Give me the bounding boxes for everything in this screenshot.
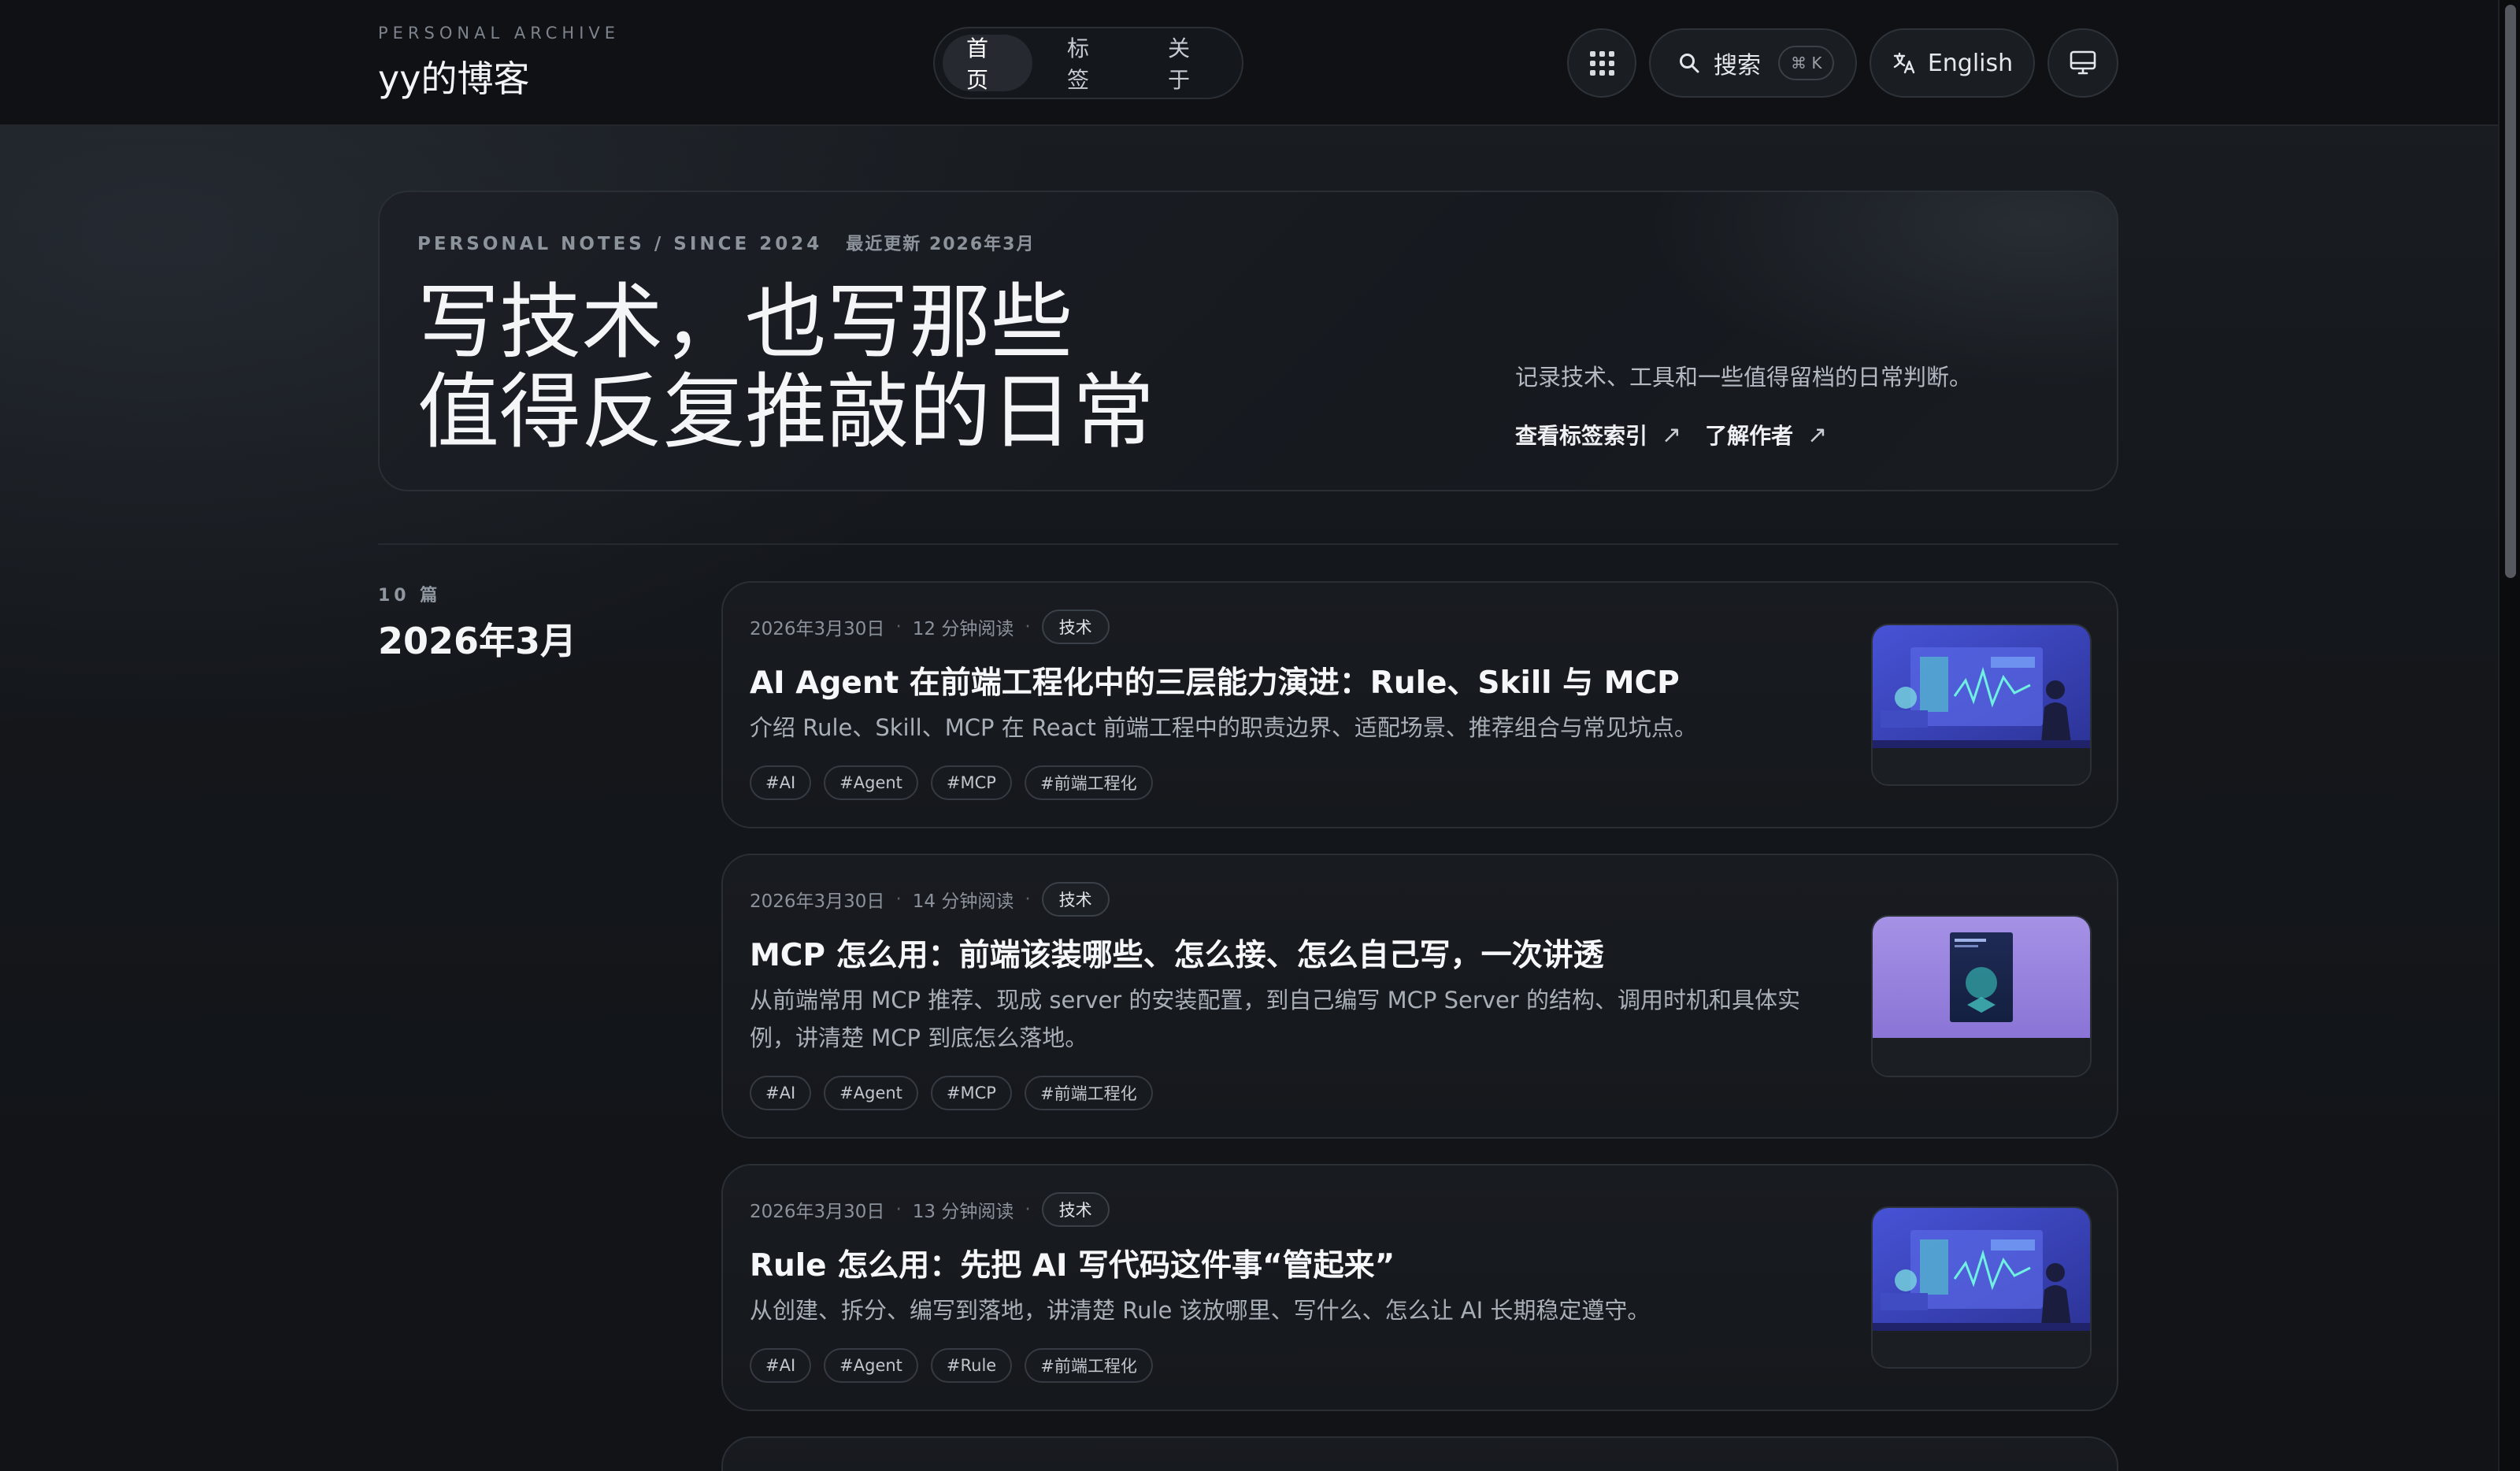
article-card[interactable]: 2026年3月30日 · 13 分钟阅读 · 技术 Rule 怎么用：先把 AI…	[721, 1164, 2118, 1411]
article-thumbnail[interactable]	[1871, 1206, 2092, 1369]
article-tag[interactable]: #AI	[750, 765, 812, 800]
nav-tab-home[interactable]: 首页	[943, 35, 1032, 93]
dashboard-illustration	[1873, 625, 2090, 784]
article-card[interactable]	[721, 1436, 2118, 1471]
article-date: 2026年3月30日	[750, 1202, 885, 1222]
article-tag[interactable]: #MCP	[930, 1076, 1012, 1110]
brand-kicker: PERSONAL ARCHIVE	[378, 24, 621, 43]
article-summary: 从创建、拆分、编写到落地，讲清楚 Rule 该放哪里、写什么、怎么让 AI 长期…	[750, 1297, 1651, 1324]
nav-tab-tags[interactable]: 标签	[1043, 35, 1133, 93]
article-tags: #AI #Agent #MCP #前端工程化	[750, 765, 1153, 800]
article-read-time: 12 分钟阅读	[912, 619, 1014, 639]
article-date: 2026年3月30日	[750, 619, 885, 639]
article-title[interactable]: AI Agent 在前端工程化中的三层能力演进：Rule、Skill 与 MCP	[750, 658, 1680, 702]
meta-separator: ·	[895, 889, 902, 910]
site-name[interactable]: yy的博客	[378, 50, 620, 102]
article-tag[interactable]: #前端工程化	[1024, 765, 1153, 800]
meta-separator: ·	[1025, 889, 1031, 910]
book-illustration	[1873, 917, 2090, 1076]
page: PERSONAL ARCHIVE yy的博客 首页 标签 关于 搜索 ⌘ K E…	[0, 0, 2520, 1471]
hero-kicker-label: PERSONAL NOTES / SINCE 2024	[417, 234, 823, 254]
article-tag[interactable]: #Agent	[824, 765, 918, 800]
month-post-count: 10 篇	[378, 586, 442, 606]
grid-icon	[1589, 50, 1614, 76]
search-button[interactable]: 搜索 ⌘ K	[1649, 28, 1857, 98]
article-read-time: 14 分钟阅读	[912, 891, 1014, 912]
about-author-link-label: 了解作者	[1705, 423, 1794, 449]
meta-separator: ·	[895, 1199, 902, 1220]
hero-description: 记录技术、工具和一些值得留档的日常判断。	[1515, 364, 1973, 391]
search-icon	[1680, 54, 1699, 73]
article-tag[interactable]: #前端工程化	[1025, 1348, 1153, 1383]
article-date: 2026年3月30日	[750, 891, 885, 912]
meta-separator: ·	[1025, 1199, 1031, 1220]
top-header: PERSONAL ARCHIVE yy的博客 首页 标签 关于 搜索 ⌘ K E…	[0, 0, 2498, 126]
article-category[interactable]: 技术	[1041, 882, 1110, 917]
article-title[interactable]: Rule 怎么用：先把 AI 写代码这件事“管起来”	[750, 1241, 1395, 1285]
article-tag[interactable]: #前端工程化	[1024, 1076, 1153, 1110]
hero-links: 查看标签索引 ↗ 了解作者 ↗	[1515, 419, 1827, 450]
meta-separator: ·	[895, 617, 902, 637]
monitor-icon	[2070, 50, 2096, 75]
article-tags: #AI #Agent #Rule #前端工程化	[750, 1348, 1153, 1383]
translate-icon	[1893, 52, 1915, 74]
hero-title-line-1: 写技术，也写那些	[417, 274, 1073, 370]
hero-panel: PERSONAL NOTES / SINCE 2024 最近更新 2026年3月…	[378, 191, 2118, 491]
hero-title: 写技术，也写那些 值得反复推敲的日常	[417, 277, 1154, 457]
article-tags: #AI #Agent #MCP #前端工程化	[750, 1076, 1153, 1110]
main-nav: 首页 标签 关于	[933, 27, 1243, 99]
article-tag[interactable]: #AI	[750, 1076, 812, 1110]
about-author-link[interactable]: 了解作者 ↗	[1705, 419, 1827, 450]
tag-index-link[interactable]: 查看标签索引 ↗	[1515, 419, 1681, 450]
article-category[interactable]: 技术	[1041, 1192, 1110, 1227]
language-button[interactable]: English	[1870, 28, 2035, 98]
article-card[interactable]: 2026年3月30日 · 14 分钟阅读 · 技术 MCP 怎么用：前端该装哪些…	[721, 854, 2118, 1139]
hero-kicker: PERSONAL NOTES / SINCE 2024 最近更新 2026年3月	[417, 230, 1035, 255]
display-mode-button[interactable]	[2048, 28, 2118, 98]
article-tag[interactable]: #Agent	[824, 1076, 918, 1110]
article-title[interactable]: MCP 怎么用：前端该装哪些、怎么接、怎么自己写，一次讲透	[750, 931, 1604, 975]
article-tag[interactable]: #AI	[750, 1348, 812, 1383]
article-meta: 2026年3月30日 · 14 分钟阅读 · 技术	[750, 882, 1110, 917]
dashboard-illustration	[1873, 1208, 2090, 1367]
hero-title-line-2: 值得反复推敲的日常	[417, 364, 1155, 460]
article-summary: 介绍 Rule、Skill、MCP 在 React 前端工程中的职责边界、适配场…	[750, 714, 1697, 741]
hero-updated: 最近更新 2026年3月	[846, 235, 1036, 254]
article-card[interactable]: 2026年3月30日 · 12 分钟阅读 · 技术 AI Agent 在前端工程…	[721, 581, 2118, 828]
article-thumbnail[interactable]	[1871, 915, 2092, 1077]
section-divider	[378, 543, 2118, 545]
meta-separator: ·	[1025, 617, 1031, 637]
scrollbar[interactable]	[2498, 0, 2520, 1471]
language-label: English	[1927, 49, 2014, 77]
article-meta: 2026年3月30日 · 12 分钟阅读 · 技术	[750, 610, 1110, 644]
article-tag[interactable]: #Agent	[824, 1348, 918, 1383]
arrow-up-right-icon: ↗	[1807, 421, 1828, 449]
article-category[interactable]: 技术	[1041, 610, 1110, 644]
article-thumbnail[interactable]	[1871, 624, 2092, 786]
brand[interactable]: PERSONAL ARCHIVE yy的博客	[378, 24, 620, 102]
apps-button[interactable]	[1567, 28, 1636, 98]
month-title: 2026年3月	[378, 620, 577, 662]
article-summary: 从前端常用 MCP 推荐、现成 server 的安装配置，到自己编写 MCP S…	[750, 987, 1800, 1051]
nav-tab-about[interactable]: 关于	[1144, 35, 1234, 93]
article-meta: 2026年3月30日 · 13 分钟阅读 · 技术	[750, 1192, 1110, 1227]
search-label: 搜索	[1714, 52, 1761, 80]
arrow-up-right-icon: ↗	[1662, 421, 1682, 449]
article-tag[interactable]: #Rule	[930, 1348, 1013, 1383]
scrollbar-thumb[interactable]	[2505, 5, 2516, 578]
tag-index-link-label: 查看标签索引	[1515, 423, 1648, 449]
article-read-time: 13 分钟阅读	[912, 1202, 1014, 1222]
search-shortcut: ⌘ K	[1778, 46, 1835, 80]
article-tag[interactable]: #MCP	[930, 765, 1012, 800]
